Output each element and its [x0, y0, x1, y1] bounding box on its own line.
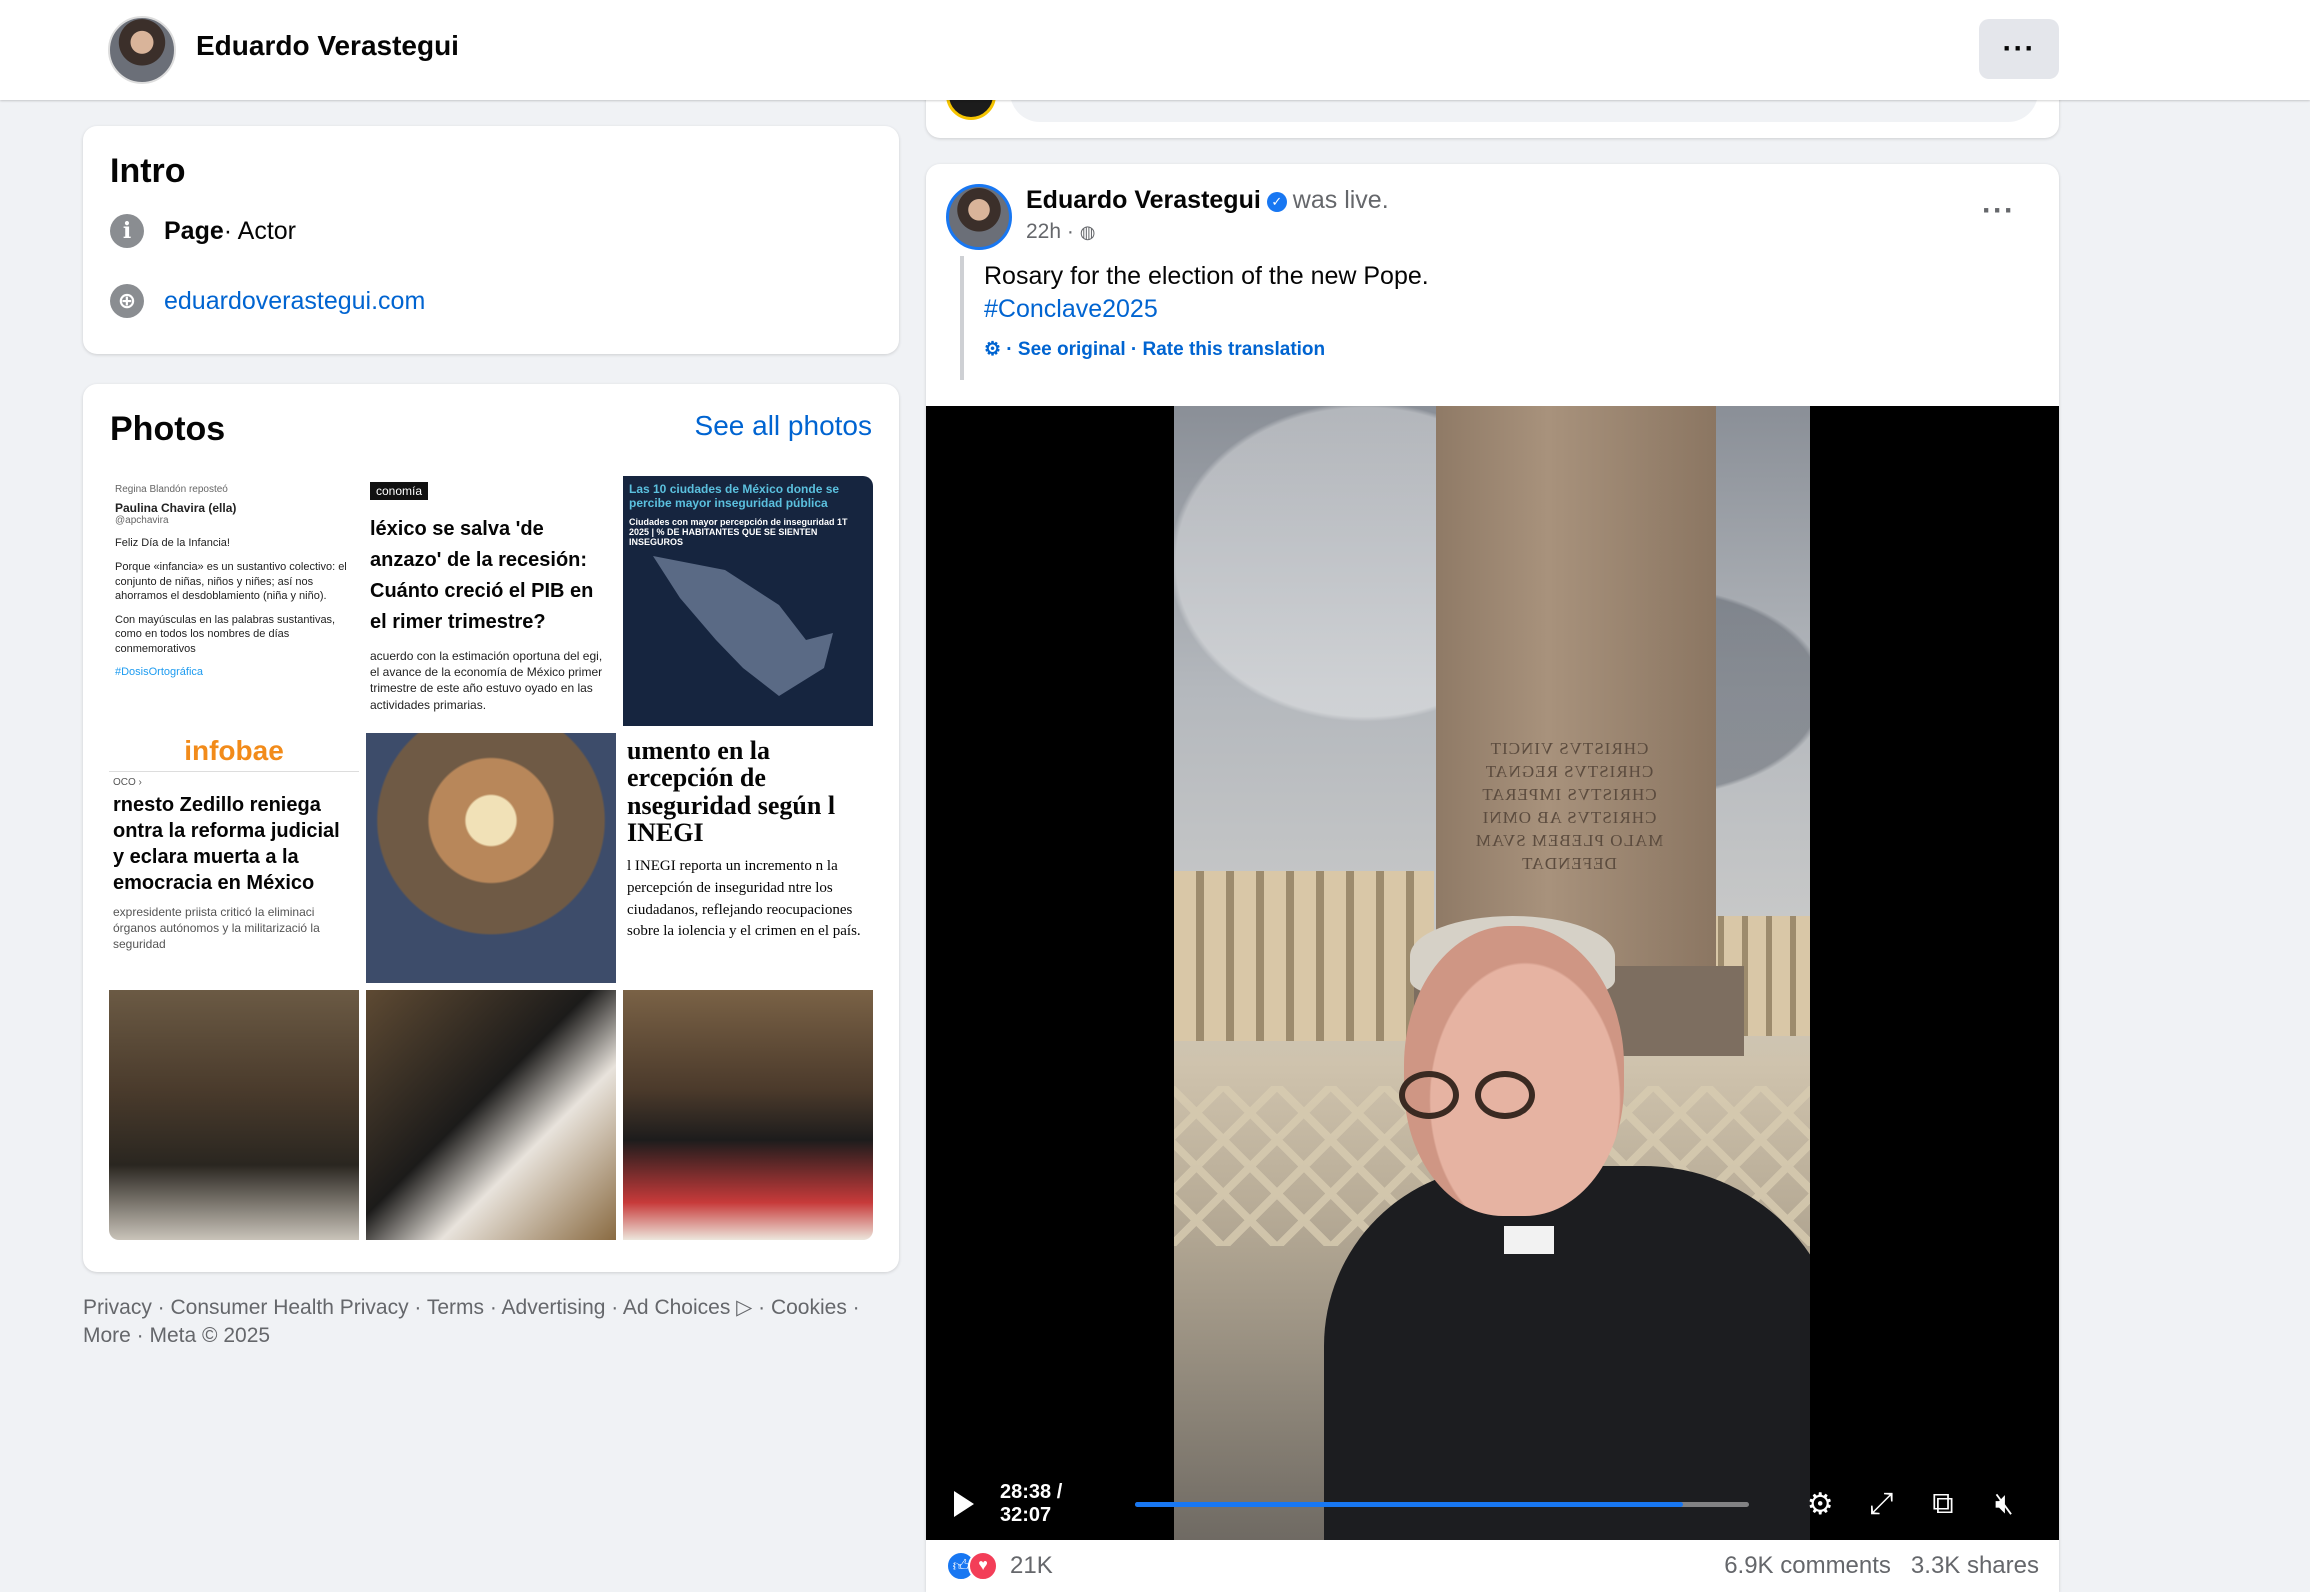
post-header: Eduardo Verastegui ✓ was live.: [1026, 186, 1389, 215]
post-hashtag[interactable]: #Conclave2025: [984, 295, 1429, 324]
post-text: Rosary for the election of the new Pope.…: [960, 256, 1429, 380]
tweet-handle: @apchavira: [115, 515, 169, 526]
mexico-map-graphic: [653, 556, 833, 696]
intro-title: Intro: [110, 152, 186, 190]
gear-icon[interactable]: ⚙: [1803, 1487, 1836, 1521]
post-meta: 22h · ◍: [1026, 220, 1095, 244]
photo-tile-infographic[interactable]: Las 10 ciudades de México donde se perci…: [623, 476, 873, 726]
page-name[interactable]: Eduardo Verastegui: [196, 30, 459, 62]
photo-tile-economy-article[interactable]: conomía léxico se salva 'de anzazo' de l…: [366, 476, 616, 726]
more-options-button[interactable]: ···: [1979, 19, 2059, 79]
tweet-hashtag: #DosisOrtográfica: [115, 666, 204, 679]
article-headline: rnesto Zedillo reniega ontra la reforma …: [113, 793, 340, 894]
engagement-counts: 6.9K comments 3.3K shares: [1724, 1552, 2039, 1580]
share-count[interactable]: 3.3K shares: [1911, 1552, 2039, 1580]
obelisk-inscription: CHRISTVS VINCIT CHRISTVS REGNAT CHRISTVS…: [1474, 739, 1664, 873]
post-author-avatar[interactable]: [946, 184, 1012, 250]
tweet-line-3: Con mayúsculas en las palabras sustantiv…: [115, 614, 336, 655]
video-progress-fill: [1134, 1501, 1684, 1507]
picture-in-picture-icon[interactable]: ⧉: [1926, 1487, 1959, 1521]
translation-links[interactable]: ⚙ · See original · Rate this translation: [984, 338, 1429, 361]
photo-tile-tweet[interactable]: Regina Blandón reposteó Paulina Chavira …: [109, 476, 359, 726]
page-header: Eduardo Verastegui ···: [0, 0, 2310, 100]
footer-links[interactable]: Privacy · Consumer Health Privacy · Term…: [83, 1294, 899, 1351]
reaction-count[interactable]: 21K: [1010, 1552, 1053, 1580]
infobae-logo: infobae: [109, 733, 359, 772]
intro-website-row: ⊕ eduardoverastegui.com: [110, 284, 425, 318]
intro-category-row: i Page · Actor: [110, 214, 296, 248]
post-status: was live.: [1292, 186, 1389, 214]
comment-count[interactable]: 6.9K comments: [1724, 1552, 1891, 1580]
tweet-repost-label: Regina Blandón reposteó: [115, 484, 228, 495]
post-author-name[interactable]: Eduardo Verastegui: [1026, 186, 1261, 214]
website-link[interactable]: eduardoverastegui.com: [164, 287, 425, 316]
photo-tile-inegi-article[interactable]: umento en la ercepción de nseguridad seg…: [623, 733, 873, 983]
video-controls: 28:38 / 32:07 ⚙ ⤢ ⧉ 🔇︎: [926, 1468, 2059, 1540]
video-colonnade-left: [1174, 871, 1434, 1041]
globe-icon: ◍: [1079, 222, 1096, 242]
video-priest-collar: [1504, 1226, 1554, 1254]
fullscreen-icon[interactable]: ⤢: [1865, 1487, 1898, 1521]
article-body: l INEGI reporta un incremento n la perce…: [627, 858, 861, 940]
video-frame[interactable]: CHRISTVS VINCIT CHRISTVS REGNAT CHRISTVS…: [1174, 406, 1810, 1540]
intro-category-label: Page: [164, 216, 224, 245]
photos-title: Photos: [110, 410, 226, 448]
article-headline: umento en la ercepción de nseguridad seg…: [627, 736, 836, 847]
photo-tile-pope-hug[interactable]: [366, 990, 616, 1240]
video-priest-glasses: [1379, 1071, 1549, 1119]
video-time: 28:38 / 32:07: [1000, 1481, 1063, 1526]
tweet-author: Paulina Chavira (ella): [115, 501, 237, 515]
post-message: Rosary for the election of the new Pope.: [984, 262, 1429, 290]
post-more-button[interactable]: ···: [1982, 194, 2015, 228]
infographic-subtitle: Ciudades con mayor percepción de insegur…: [629, 516, 848, 547]
intro-category-value: · Actor: [223, 216, 297, 245]
info-icon: i: [110, 214, 144, 248]
globe-icon: ⊕: [110, 284, 144, 318]
intro-card: Intro i Page · Actor ⊕ eduardoverastegui…: [83, 126, 899, 354]
article-headline: léxico se salva 'de anzazo' de la recesi…: [370, 518, 594, 633]
photo-tile-pope-meeting-2[interactable]: [623, 990, 873, 1240]
photo-grid: Regina Blandón reposteó Paulina Chavira …: [109, 476, 873, 1240]
photos-card: Photos See all photos Regina Blandón rep…: [83, 384, 899, 1272]
see-all-photos-link[interactable]: See all photos: [695, 410, 872, 442]
video-progress-bar[interactable]: [1134, 1501, 1750, 1507]
page-avatar[interactable]: [108, 16, 176, 84]
photo-tile-painting[interactable]: [366, 733, 616, 983]
play-icon[interactable]: [954, 1491, 974, 1517]
photo-tile-pope-meeting-1[interactable]: [109, 990, 359, 1240]
article-body: expresidente priista criticó la eliminac…: [113, 904, 320, 951]
tweet-line-2: Porque «infancia» es un sustantivo colec…: [115, 561, 347, 602]
video-player[interactable]: CHRISTVS VINCIT CHRISTVS REGNAT CHRISTVS…: [926, 406, 2059, 1540]
article-kicker: conomía: [370, 482, 429, 500]
infographic-title: Las 10 ciudades de México donde se perci…: [629, 482, 840, 511]
tweet-line-1: Feliz Día de la Infancia!: [115, 537, 230, 549]
muted-volume-icon[interactable]: 🔇︎: [1988, 1487, 2021, 1521]
reaction-bar: 👍︎ ♥ 21K 6.9K comments 3.3K shares: [926, 1540, 2059, 1592]
live-post: Eduardo Verastegui ✓ was live. 22h · ◍ ···…: [926, 164, 2059, 1592]
article-body: acuerdo con la estimación oportuna del e…: [370, 649, 603, 712]
love-reaction-icon[interactable]: ♥: [968, 1551, 998, 1581]
photo-tile-infobae-article[interactable]: infobae OCO › rnesto Zedillo reniega ont…: [109, 733, 359, 983]
verified-badge-icon: ✓: [1266, 192, 1287, 212]
post-time[interactable]: 22h ·: [1026, 220, 1074, 243]
article-section: OCO ›: [113, 777, 142, 788]
